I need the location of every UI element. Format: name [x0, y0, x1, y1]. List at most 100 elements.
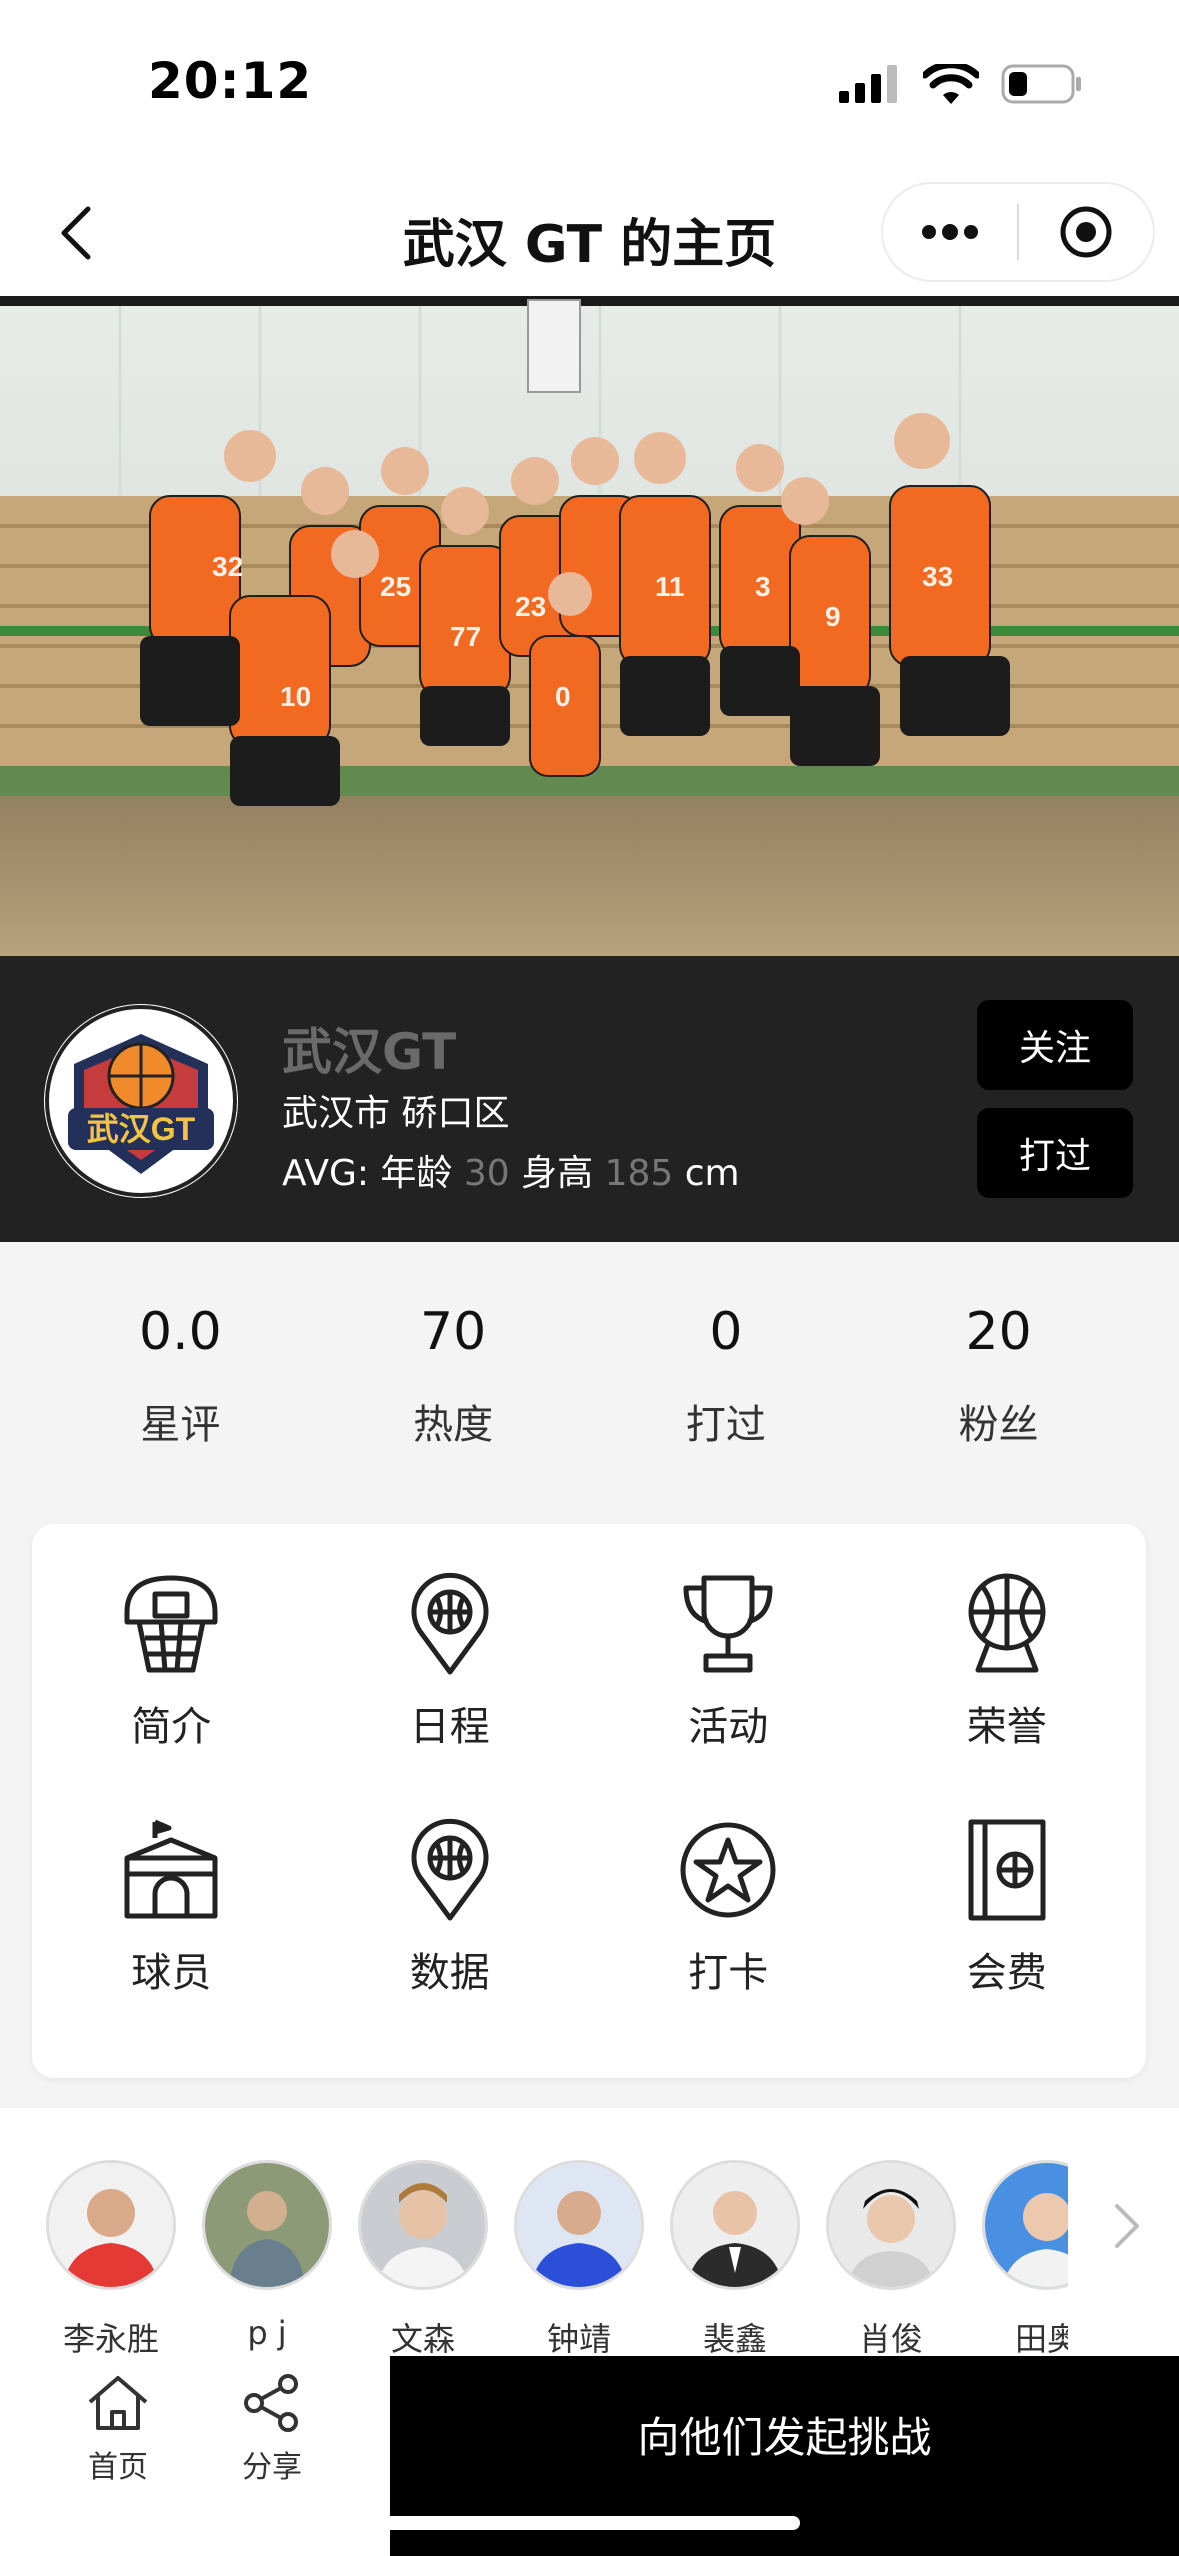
stat-popularity[interactable]: 70 热度 — [317, 1242, 590, 1512]
basketball-hoop-icon — [119, 1572, 223, 1676]
follow-button[interactable]: 关注 — [977, 1000, 1133, 1090]
team-avg-stats: AVG: 年龄 30 身高 185 cm — [282, 1144, 740, 1196]
member-item[interactable]: p j — [202, 2160, 332, 2352]
avatar — [202, 2160, 332, 2290]
stat-label: 热度 — [413, 1402, 494, 1448]
tab-share[interactable]: 分享 — [212, 2374, 332, 2486]
stat-value: 20 — [965, 1302, 1032, 1362]
member-item[interactable]: 李永胜 — [46, 2160, 176, 2356]
feature-label: 简介 — [131, 1704, 212, 1750]
feature-label: 球员 — [131, 1950, 212, 1996]
stat-label: 打过 — [685, 1402, 766, 1448]
avatar — [826, 2160, 956, 2290]
stat-fans[interactable]: 20 粉丝 — [862, 1242, 1135, 1512]
member-name: 裴鑫 — [702, 2320, 767, 2356]
team-info-band: 武汉GT 武汉GT 武汉市 硚口区 AVG: 年龄 30 身高 185 cm 关… — [0, 956, 1179, 1242]
more-button[interactable] — [883, 184, 1017, 280]
member-name: 文森 — [390, 2320, 455, 2356]
feature-checkin[interactable]: 打卡 — [589, 1818, 868, 2064]
stat-played[interactable]: 0 打过 — [590, 1242, 863, 1512]
feature-grid: 简介 日程 活动 荣誉 球员 数据 打卡 会费 — [32, 1524, 1146, 2078]
feature-intro[interactable]: 简介 — [32, 1572, 311, 1818]
stat-value: 0.0 — [139, 1302, 222, 1362]
feature-data[interactable]: 数据 — [311, 1818, 590, 2064]
tab-label: 首页 — [88, 2450, 148, 2485]
ball-card-icon — [955, 1818, 1059, 1922]
avatar — [358, 2160, 488, 2290]
svg-text:25: 25 — [380, 571, 411, 602]
signal-icon — [839, 65, 897, 103]
close-miniprogram-button[interactable] — [1019, 184, 1153, 280]
member-item[interactable]: 肖俊 — [826, 2160, 956, 2356]
tab-home[interactable]: 首页 — [58, 2374, 178, 2486]
avatar — [46, 2160, 176, 2290]
status-icons — [839, 64, 1083, 104]
feature-label: 荣誉 — [966, 1704, 1047, 1750]
svg-text:33: 33 — [922, 561, 953, 592]
chevron-right-icon — [1115, 2204, 1139, 2248]
avatar — [514, 2160, 644, 2290]
home-indicator — [380, 2516, 800, 2530]
feature-schedule[interactable]: 日程 — [311, 1572, 590, 1818]
home-icon — [88, 2376, 148, 2430]
svg-text:23: 23 — [515, 591, 546, 622]
mini-program-capsule — [881, 182, 1155, 282]
team-photo: 32 25 77 23 11 3 9 33 10 0 — [0, 296, 1179, 956]
ball-trophy-icon — [955, 1572, 1059, 1676]
feature-activity[interactable]: 活动 — [589, 1572, 868, 1818]
more-dots-icon — [922, 224, 978, 240]
avg-age: 30 — [463, 1153, 510, 1194]
member-name: p j — [247, 2314, 287, 2352]
team-location: 武汉市 硚口区 — [282, 1093, 510, 1134]
member-name: 肖俊 — [858, 2320, 923, 2356]
svg-text:32: 32 — [212, 551, 243, 582]
location-pin-ball-icon — [398, 1572, 502, 1676]
team-logo: 武汉GT — [44, 1004, 238, 1198]
share-icon — [244, 2374, 298, 2432]
svg-text:77: 77 — [450, 621, 481, 652]
avg-height-label: 身高 — [509, 1153, 605, 1194]
played-button[interactable]: 打过 — [977, 1108, 1133, 1198]
svg-text:11: 11 — [655, 571, 685, 602]
wifi-icon — [923, 64, 979, 104]
member-item[interactable]: 钟靖 — [514, 2160, 644, 2356]
status-time: 20:12 — [148, 52, 313, 110]
stat-value: 70 — [420, 1302, 487, 1362]
target-icon — [1060, 206, 1112, 258]
member-item[interactable]: 裴鑫 — [670, 2160, 800, 2356]
stat-label: 粉丝 — [958, 1402, 1039, 1448]
stat-rating[interactable]: 0.0 星评 — [44, 1242, 317, 1512]
svg-text:3: 3 — [755, 571, 771, 602]
svg-text:武汉GT: 武汉GT — [87, 1111, 196, 1147]
svg-text:9: 9 — [825, 601, 841, 632]
battery-icon — [1001, 64, 1081, 104]
avatar — [670, 2160, 800, 2290]
members-next-button[interactable] — [1113, 2202, 1143, 2254]
feature-label: 会费 — [966, 1950, 1047, 1996]
feature-players[interactable]: 球员 — [32, 1818, 311, 2064]
feature-honors[interactable]: 荣誉 — [868, 1572, 1147, 1818]
tab-label: 分享 — [242, 2450, 302, 2485]
feature-label: 打卡 — [688, 1950, 769, 1996]
arena-icon — [119, 1818, 223, 1922]
location-pin-ball-icon — [398, 1818, 502, 1922]
member-name: 李永胜 — [62, 2320, 159, 2356]
avg-prefix: AVG: 年龄 — [282, 1153, 464, 1194]
star-ball-icon — [676, 1818, 780, 1922]
member-name: 钟靖 — [546, 2320, 611, 2356]
avg-unit: cm — [673, 1153, 740, 1194]
svg-text:10: 10 — [280, 681, 311, 712]
members-strip: 李永胜 p j 文森 钟靖 裴鑫 肖俊 田奥 — [0, 2108, 1179, 2356]
status-bar: 20:12 — [0, 0, 1179, 170]
avg-height: 185 — [604, 1153, 674, 1194]
member-item[interactable]: 文森 — [358, 2160, 488, 2356]
feature-fees[interactable]: 会费 — [868, 1818, 1147, 2064]
team-stats: 0.0 星评 70 热度 0 打过 20 粉丝 — [0, 1242, 1179, 1512]
trophy-icon — [676, 1572, 780, 1676]
feature-label: 活动 — [688, 1704, 769, 1750]
feature-label: 数据 — [409, 1950, 490, 1996]
svg-text:0: 0 — [555, 681, 571, 712]
team-name: 武汉GT — [282, 1023, 457, 1081]
feature-label: 日程 — [409, 1704, 490, 1750]
stat-label: 星评 — [140, 1402, 221, 1448]
